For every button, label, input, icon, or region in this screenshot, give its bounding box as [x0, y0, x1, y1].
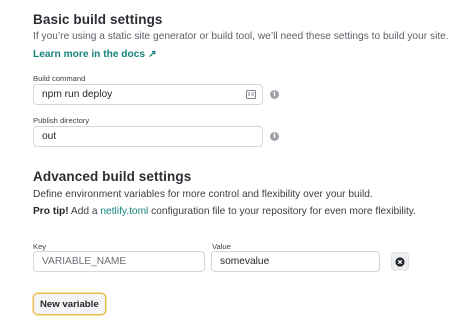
- build-command-label: Build command: [33, 74, 86, 83]
- advanced-build-settings-heading: Advanced build settings: [33, 169, 192, 184]
- env-key-input[interactable]: [42, 256, 196, 267]
- build-command-input[interactable]: [42, 89, 254, 100]
- pro-tip-pre: Add a: [68, 206, 101, 217]
- basic-build-settings-description: If you’re using a static site generator …: [33, 31, 449, 42]
- env-key-field[interactable]: [33, 251, 205, 272]
- env-value-field[interactable]: [211, 251, 380, 272]
- build-command-info-icon[interactable]: i: [270, 90, 279, 99]
- publish-directory-input[interactable]: [42, 131, 254, 142]
- env-value-label: Value: [212, 242, 231, 251]
- close-circle-icon: [395, 256, 405, 267]
- publish-directory-info-icon[interactable]: i: [270, 132, 279, 141]
- publish-directory-label: Publish directory: [33, 116, 90, 125]
- build-command-field[interactable]: [33, 84, 263, 105]
- advanced-build-settings-description: Define environment variables for more co…: [33, 189, 373, 200]
- build-settings-panel: Basic build settings If you’re using a s…: [0, 0, 474, 324]
- pro-tip-text: Pro tip! Add a netlify.toml configuratio…: [33, 206, 416, 217]
- learn-more-docs-label: Learn more in the docs: [33, 49, 146, 60]
- pro-tip-label: Pro tip!: [33, 206, 69, 217]
- basic-build-settings-heading: Basic build settings: [33, 12, 163, 27]
- learn-more-docs-link[interactable]: Learn more in the docs ↗: [33, 49, 157, 60]
- publish-directory-field[interactable]: [33, 126, 263, 147]
- new-variable-button[interactable]: New variable: [33, 293, 106, 315]
- card-icon[interactable]: [246, 90, 256, 99]
- delete-variable-button[interactable]: [391, 252, 409, 271]
- env-key-label: Key: [33, 242, 47, 251]
- env-value-input[interactable]: [220, 256, 371, 267]
- external-link-arrow-icon: ↗: [148, 49, 157, 60]
- netlify-toml-link[interactable]: netlify.toml: [100, 206, 148, 217]
- pro-tip-post: configuration file to your repository fo…: [148, 206, 416, 217]
